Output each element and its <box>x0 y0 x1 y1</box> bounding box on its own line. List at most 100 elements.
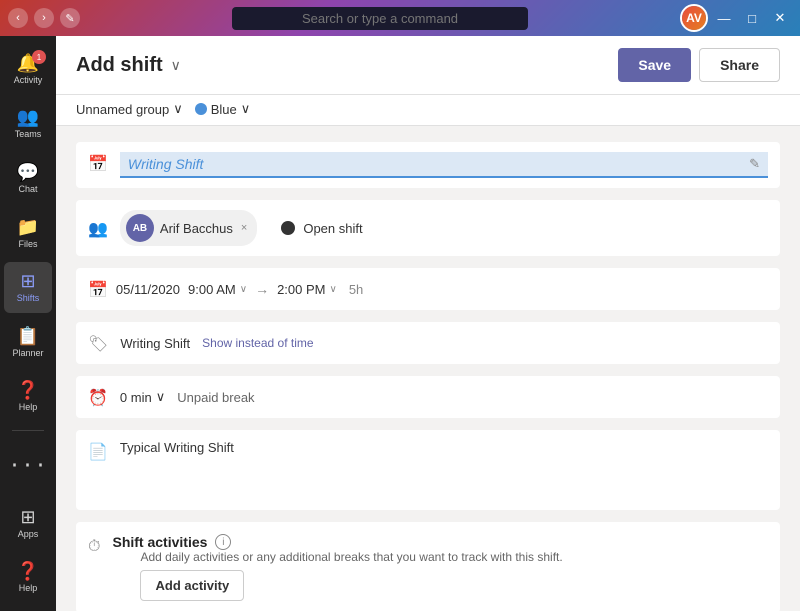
sidebar-label-apps: Apps <box>18 529 39 539</box>
open-shift-dot <box>281 221 295 235</box>
notes-text: Typical Writing Shift <box>120 440 234 455</box>
break-section: ⏰ 0 min ∨ Unpaid break <box>76 376 780 418</box>
sidebar-label-shifts: Shifts <box>17 293 40 303</box>
time-end-field[interactable]: 2:00 PM ∨ <box>277 282 337 297</box>
title-dropdown-icon[interactable]: ∨ <box>171 57 181 74</box>
person-tag: AB Arif Bacchus × <box>120 210 257 246</box>
notes-section[interactable]: 📄 Typical Writing Shift <box>76 430 780 510</box>
header-right: Save Share <box>618 48 780 82</box>
date-value: 05/11/2020 <box>116 282 180 297</box>
content-area: Add shift ∨ Save Share Unnamed group ∨ B… <box>56 36 800 611</box>
sidebar-item-help[interactable]: ❓ Help <box>4 372 52 423</box>
sidebar-label-teams: Teams <box>15 129 42 139</box>
sidebar-item-apps[interactable]: ⊞ Apps <box>4 498 52 549</box>
sidebar-item-helpbottom[interactable]: ❓ Help <box>4 552 52 603</box>
show-instead-button[interactable]: Show instead of time <box>202 336 313 350</box>
edit-icon: ✎ <box>749 156 760 172</box>
people-icon: 👥 <box>88 219 108 239</box>
time-arrow-icon: → <box>255 281 269 297</box>
sidebar-item-teams[interactable]: 👥 Teams <box>4 99 52 150</box>
label-section: 🏷 Writing Shift Show instead of time <box>76 322 780 364</box>
time-end-value: 2:00 PM <box>277 282 325 297</box>
avatar-ab: AB <box>126 214 154 242</box>
shift-label-text: Writing Shift <box>120 336 190 351</box>
calendar-icon: 📅 <box>88 154 108 174</box>
color-dot <box>195 103 207 115</box>
maximize-button[interactable]: □ <box>740 6 764 30</box>
shift-name-section: 📅 Writing Shift ✎ <box>76 142 780 188</box>
activities-row: ⏱ Shift activities i Add daily activitie… <box>88 534 768 601</box>
break-dropdown[interactable]: 0 min ∨ <box>120 389 165 405</box>
page-header: Add shift ∨ Save Share <box>56 36 800 95</box>
teams-icon: 👥 <box>17 108 39 126</box>
tag-icon: 🏷 <box>88 334 108 354</box>
person-remove-button[interactable]: × <box>241 222 247 234</box>
date-field[interactable]: 05/11/2020 <box>116 282 180 297</box>
share-button[interactable]: Share <box>699 48 780 82</box>
main-panel: 📅 Writing Shift ✎ 👥 AB Arif Bacchus × Op… <box>56 126 800 611</box>
datetime-section: 📅 05/11/2020 9:00 AM ∨ → 2:00 PM ∨ 5h <box>76 268 780 310</box>
activities-desc: Add daily activities or any additional b… <box>112 550 768 564</box>
more-icon: ··· <box>8 455 47 475</box>
chat-icon: 💬 <box>17 163 39 181</box>
sidebar-label-files: Files <box>18 239 37 249</box>
sidebar-divider <box>12 430 44 431</box>
sidebar-item-more[interactable]: ··· <box>4 439 52 490</box>
activities-content: Shift activities i Add daily activities … <box>112 534 768 601</box>
break-dropdown-icon: ∨ <box>156 389 166 405</box>
forward-button[interactable]: › <box>34 8 54 28</box>
save-button[interactable]: Save <box>618 48 691 82</box>
notes-icon: 📄 <box>88 442 108 462</box>
sidebar-item-activity[interactable]: 🔔 Activity 1 <box>4 44 52 95</box>
sidebar-item-files[interactable]: 📁 Files <box>4 208 52 259</box>
color-dropdown-icon: ∨ <box>241 101 251 117</box>
header-left: Add shift ∨ <box>76 54 181 77</box>
planner-icon: 📋 <box>17 327 39 345</box>
group-dropdown[interactable]: Unnamed group ∨ <box>76 101 183 117</box>
title-bar-right: AV — □ ✕ <box>680 4 792 32</box>
clock-icon: 📅 <box>88 280 108 300</box>
minimize-button[interactable]: — <box>712 6 736 30</box>
sidebar-item-chat[interactable]: 💬 Chat <box>4 153 52 204</box>
info-icon[interactable]: i <box>215 534 231 550</box>
open-shift-label: Open shift <box>303 221 362 236</box>
add-activity-button[interactable]: Add activity <box>140 570 244 601</box>
activities-header: Shift activities i <box>112 534 768 550</box>
person-name: Arif Bacchus <box>160 221 233 236</box>
sidebar: 🔔 Activity 1 👥 Teams 💬 Chat 📁 Files ⊞ Sh… <box>0 36 56 611</box>
activity-badge: 1 <box>32 50 46 64</box>
sidebar-label-help: Help <box>19 402 38 412</box>
people-section: 👥 AB Arif Bacchus × Open shift <box>76 200 780 256</box>
search-input[interactable] <box>232 7 528 30</box>
files-icon: 📁 <box>17 218 39 236</box>
time-end-dropdown: ∨ <box>329 284 336 295</box>
back-button[interactable]: ‹ <box>8 8 28 28</box>
help-bottom-icon: ❓ <box>17 562 39 580</box>
edit-icon-button[interactable]: ✎ <box>60 8 80 28</box>
time-start-value: 9:00 AM <box>188 282 236 297</box>
break-icon: ⏰ <box>88 388 108 408</box>
activity-icon: ⏱ <box>88 536 100 556</box>
page-title: Add shift <box>76 54 163 77</box>
apps-icon: ⊞ <box>20 508 35 526</box>
group-dropdown-icon: ∨ <box>173 101 183 117</box>
sidebar-item-planner[interactable]: 📋 Planner <box>4 317 52 368</box>
sidebar-item-shifts[interactable]: ⊞ Shifts <box>4 262 52 313</box>
sidebar-label-planner: Planner <box>12 348 43 358</box>
app-container: 🔔 Activity 1 👥 Teams 💬 Chat 📁 Files ⊞ Sh… <box>0 36 800 611</box>
title-bar-left: ‹ › ✎ <box>8 8 80 28</box>
sidebar-label-helpbottom: Help <box>19 583 38 593</box>
activities-title: Shift activities <box>112 534 207 550</box>
color-dropdown[interactable]: Blue ∨ <box>195 101 251 117</box>
break-value: 0 min <box>120 390 152 405</box>
time-start-field[interactable]: 9:00 AM ∨ <box>188 282 247 297</box>
help-icon: ❓ <box>17 381 39 399</box>
avatar: AV <box>680 4 708 32</box>
shifts-icon: ⊞ <box>20 272 35 290</box>
group-label: Unnamed group <box>76 102 169 117</box>
close-button[interactable]: ✕ <box>768 6 792 30</box>
avatar-initials: AV <box>682 6 706 30</box>
break-type-label: Unpaid break <box>177 390 254 405</box>
shift-name-input[interactable]: Writing Shift ✎ <box>120 152 768 178</box>
sidebar-label-activity: Activity <box>14 75 43 85</box>
